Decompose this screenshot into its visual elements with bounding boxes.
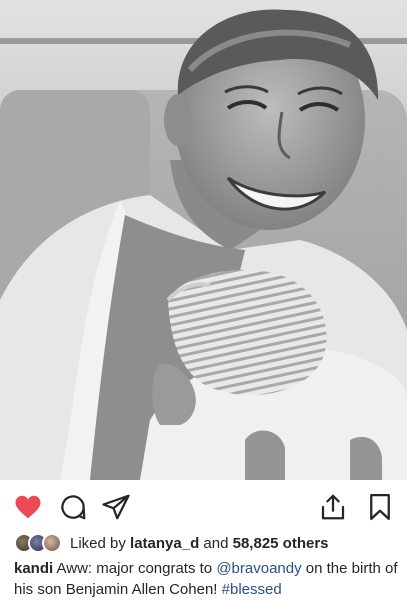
- likes-row: Liked by latanya_d and 58,825 others: [14, 532, 329, 554]
- action-bar: [0, 480, 407, 532]
- comment-icon[interactable]: [58, 492, 88, 522]
- photo-illustration: [0, 0, 407, 480]
- bookmark-icon[interactable]: [365, 492, 395, 522]
- caption-hashtag[interactable]: #blessed: [222, 581, 282, 598]
- post-caption: kandi Aww: major congrats to @bravoandy …: [14, 558, 399, 600]
- caption-username[interactable]: kandi: [14, 560, 53, 577]
- likes-conjunction: and: [203, 534, 229, 552]
- upload-icon[interactable]: [318, 492, 348, 522]
- post-photo[interactable]: [0, 0, 407, 480]
- caption-text-start: Aww: major congrats to: [56, 560, 213, 577]
- likes-others-count[interactable]: 58,825 others: [233, 535, 329, 552]
- avatar: [42, 533, 62, 553]
- liker-avatars[interactable]: [14, 533, 64, 553]
- share-icon[interactable]: [101, 492, 131, 522]
- liker-username[interactable]: latanya_d: [130, 535, 199, 552]
- heart-icon[interactable]: [13, 492, 43, 522]
- likes-prefix: Liked by: [70, 534, 126, 552]
- likes-text: Liked by latanya_d and 58,825 others: [70, 535, 329, 552]
- caption-mention[interactable]: @bravoandy: [216, 560, 301, 577]
